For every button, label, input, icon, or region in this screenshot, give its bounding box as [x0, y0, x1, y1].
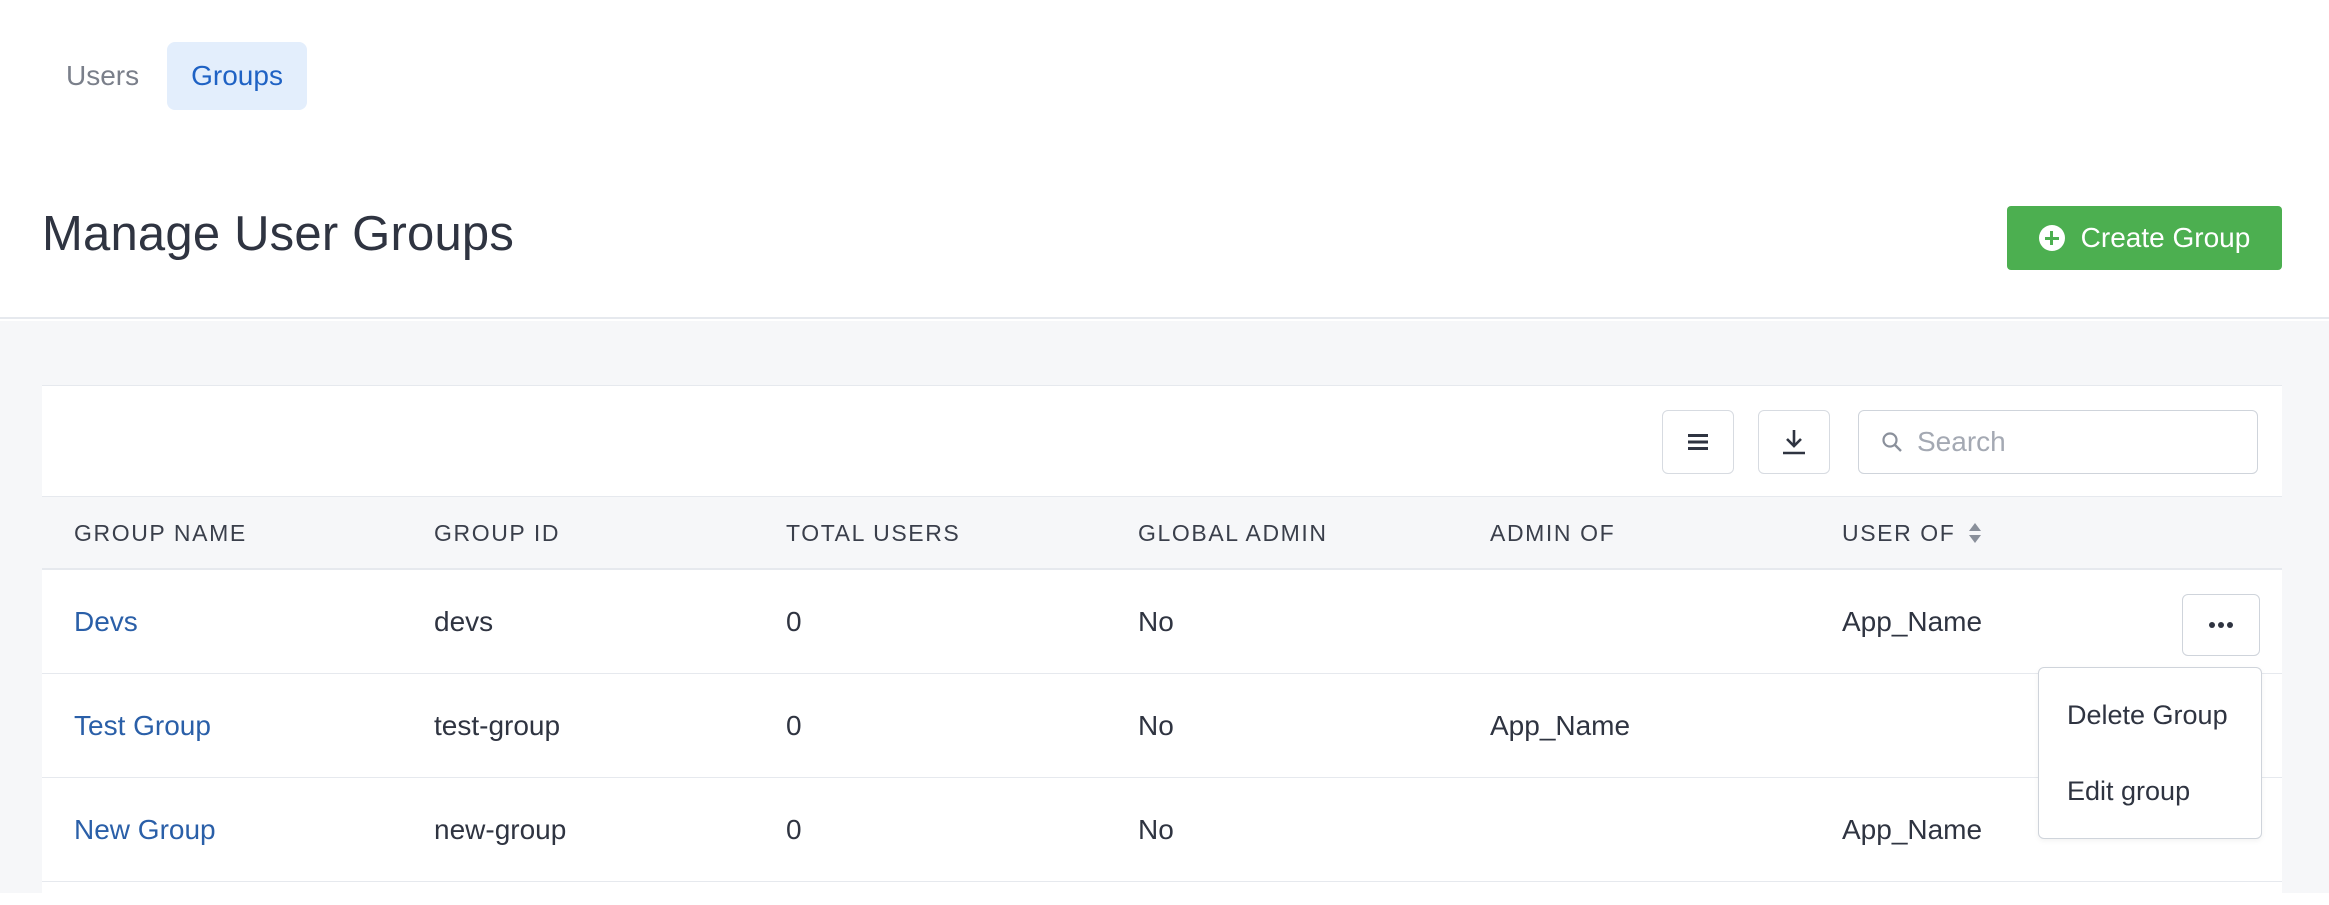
groups-table-panel: GROUP NAME GROUP ID TOTAL USERS GLOBAL A…	[42, 385, 2282, 905]
group-id-cell: devs	[434, 606, 494, 637]
group-id-cell: new-group	[434, 814, 567, 845]
col-user-of-label: USER OF	[1842, 520, 1956, 546]
group-name-link[interactable]: Test Group	[74, 674, 211, 778]
tab-bar: Users Groups	[42, 42, 307, 110]
tab-users[interactable]: Users	[42, 42, 163, 110]
page-title: Manage User Groups	[42, 207, 515, 261]
group-name-link[interactable]: Devs	[74, 570, 138, 674]
download-icon	[1783, 430, 1805, 455]
user-of-cell: App_Name	[1842, 606, 1983, 637]
more-horizontal-icon	[2209, 622, 2233, 628]
tab-groups[interactable]: Groups	[167, 42, 307, 110]
row-actions-button[interactable]	[2182, 594, 2260, 656]
col-user-of[interactable]: USER OF	[1842, 497, 1983, 569]
table-row: Devs devs 0 No App_Name	[42, 570, 2282, 674]
plus-circle-icon	[2038, 225, 2065, 251]
group-id-cell: test-group	[434, 710, 561, 741]
table-row: New Group new-group 0 No App_Name	[42, 778, 2282, 882]
list-icon	[1688, 434, 1708, 450]
col-group-id[interactable]: GROUP ID	[434, 497, 560, 569]
total-users-cell: 0	[786, 710, 802, 741]
create-group-button[interactable]: Create Group	[2007, 206, 2282, 270]
create-group-label: Create Group	[2080, 222, 2251, 253]
col-total-users[interactable]: TOTAL USERS	[786, 497, 960, 569]
sort-icon[interactable]	[1967, 521, 1983, 545]
col-group-name[interactable]: GROUP NAME	[74, 497, 247, 569]
table-row: Test Group test-group 0 No App_Name	[42, 674, 2282, 778]
col-global-admin[interactable]: GLOBAL ADMIN	[1138, 497, 1328, 569]
search-icon	[1882, 432, 1902, 452]
content-area: GROUP NAME GROUP ID TOTAL USERS GLOBAL A…	[0, 321, 2329, 905]
row-actions-menu: Delete Group Edit group	[2038, 667, 2262, 839]
edit-group-menu-item[interactable]: Edit group	[2067, 776, 2190, 807]
search-input[interactable]	[1917, 426, 2237, 458]
search-box	[1858, 410, 2258, 474]
columns-button[interactable]	[1662, 410, 1734, 474]
admin-of-cell: App_Name	[1490, 710, 1631, 741]
page-header: Users Groups Manage User Groups Create G…	[0, 0, 2329, 319]
download-button[interactable]	[1758, 410, 1830, 474]
table-header: GROUP NAME GROUP ID TOTAL USERS GLOBAL A…	[42, 496, 2282, 570]
total-users-cell: 0	[786, 814, 802, 845]
global-admin-cell: No	[1138, 606, 1174, 637]
global-admin-cell: No	[1138, 814, 1174, 845]
global-admin-cell: No	[1138, 710, 1174, 741]
col-admin-of[interactable]: ADMIN OF	[1490, 497, 1615, 569]
total-users-cell: 0	[786, 606, 802, 637]
group-name-link[interactable]: New Group	[74, 778, 216, 882]
table-toolbar	[42, 386, 2282, 496]
user-of-cell: App_Name	[1842, 814, 1983, 845]
delete-group-menu-item[interactable]: Delete Group	[2067, 700, 2228, 731]
